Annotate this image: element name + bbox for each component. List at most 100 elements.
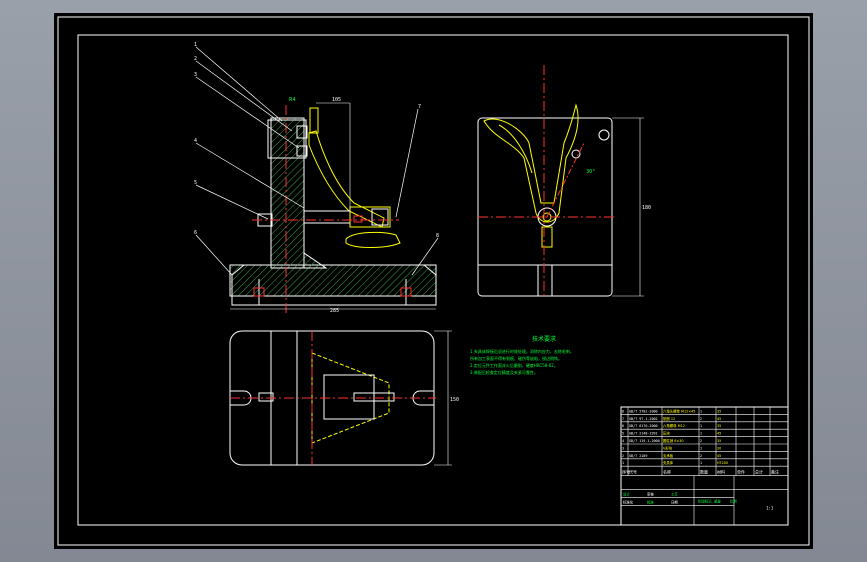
cad-window: 285 105 R4 1 2 3 4 5 6 7 8 180 30° 150 技… — [0, 0, 867, 562]
parts-cell: 六角螺母 M12 — [663, 423, 685, 428]
stage-cell: 比例 — [730, 499, 737, 504]
parts-cell: 2 — [700, 417, 702, 421]
parts-cell: GB/T 2189 — [629, 454, 647, 458]
tech-req-title: 技术要求 — [532, 335, 556, 343]
parts-cell: 垫圈 12 — [663, 416, 675, 421]
parts-cell: GB/T 2148-1991 — [629, 432, 658, 436]
stage-cell: 重量 — [714, 499, 721, 504]
parts-header-cell: 总计 — [755, 469, 763, 475]
balloon-3: 3 — [194, 72, 197, 78]
parts-cell: 3 — [622, 446, 624, 450]
side-centre-angled — [546, 142, 585, 218]
leader-line — [395, 108, 419, 218]
parts-cell: 45 — [717, 454, 721, 458]
side-slot — [537, 264, 553, 297]
dim-base-text: 285 — [330, 308, 339, 314]
leader-line — [195, 234, 233, 276]
base-plate — [229, 264, 437, 297]
tech-req-line-1: 1.夹具体焊接后须进行时效处理，消除内应力，去除毛刺， — [470, 348, 574, 354]
sign-cell: 日期 — [671, 500, 678, 505]
balloon-8: 8 — [436, 233, 439, 239]
tech-req-line-4: 3.装配后检查定位精度及夹紧可靠性。 — [470, 369, 538, 375]
side-hole — [598, 129, 610, 141]
balloon-7: 7 — [418, 104, 421, 110]
plan-view-body — [229, 330, 435, 466]
parts-cell: 2 — [622, 454, 624, 458]
scale-cell: 1:1 — [766, 506, 774, 511]
parts-cell: GB/T 97.1-2002 — [629, 417, 658, 421]
sign-cell: 工艺 — [671, 492, 678, 497]
parts-cell: 2 — [700, 454, 702, 458]
parts-cell: GB/T 5782-2000 — [629, 409, 658, 413]
parts-header-cell: 名称 — [663, 469, 671, 475]
sign-cell: 审核 — [647, 492, 654, 497]
parts-cell: 35 — [717, 409, 721, 413]
dim-top-text: 105 — [332, 97, 341, 103]
parts-cell: 1 — [700, 409, 702, 413]
title-block: 8 GB/T 5782-2000 六角头螺栓 M12×45 1 357 GB/T 97.1… — [620, 406, 789, 526]
parts-header-cell: 材料 — [717, 469, 725, 475]
leader-line — [195, 76, 300, 149]
balloon-6: 6 — [194, 230, 197, 236]
workpiece-section — [345, 231, 401, 248]
parts-cell: 1 — [700, 424, 702, 428]
parts-cell: 7 — [622, 417, 624, 421]
stage-cell: 阶段标记 — [698, 499, 712, 504]
leader-line — [195, 184, 269, 220]
parts-cell: 8 — [622, 409, 624, 413]
parts-cell: 1 — [622, 461, 624, 465]
front-section-view: 285 105 R4 1 2 3 4 5 6 7 8 — [194, 42, 439, 314]
parts-cell: 35 — [717, 424, 721, 428]
parts-header-cell: 单件 — [737, 469, 745, 475]
vertical-column — [270, 117, 305, 269]
side-view: 180 30° — [477, 65, 651, 298]
parts-cell: 1 — [700, 446, 702, 450]
sign-cell: 批准 — [647, 500, 654, 505]
parts-cell: 压块 — [663, 431, 670, 436]
parts-header-cell: 代号 — [629, 469, 637, 475]
leader-line — [195, 60, 293, 132]
dim-right-text: 180 — [642, 205, 651, 211]
parts-cell: HT200 — [717, 461, 728, 465]
clamp-nut-inner — [371, 208, 389, 226]
column-fillet — [303, 252, 328, 269]
parts-cell: 6 — [622, 424, 624, 428]
clamp-bolt-body — [303, 210, 351, 224]
parts-cell: 45 — [717, 417, 721, 421]
clamp-nut — [349, 206, 391, 228]
side-pivot — [571, 149, 581, 159]
balloon-2: 2 — [194, 56, 197, 62]
sign-cell: 标准化 — [623, 500, 634, 505]
parts-cell: 2 — [700, 439, 702, 443]
plan-view: 150 — [229, 330, 459, 466]
parts-cell: 35 — [717, 439, 721, 443]
balloon-5: 5 — [194, 180, 197, 186]
parts-cell: 1 — [700, 432, 702, 436]
parts-cell: 1 — [700, 461, 702, 465]
swing-arm — [308, 130, 385, 228]
parts-cell: 20 — [717, 446, 721, 450]
side-v-workpiece — [483, 103, 579, 223]
dim-angle-text: 30° — [586, 169, 595, 175]
parts-cell: 5 — [622, 432, 624, 436]
fixture-assembly-drawing: 285 105 R4 1 2 3 4 5 6 7 8 180 30° 150 技… — [57, 16, 810, 546]
sign-cell: 设计 — [623, 492, 630, 497]
technical-requirements: 技术要求 1.夹具体焊接后须进行时效处理，消除内应力，去除毛刺， 所有加工表面不… — [470, 335, 574, 375]
drawing-viewport[interactable]: 285 105 R4 1 2 3 4 5 6 7 8 180 30° 150 技… — [54, 13, 813, 549]
parts-cell: 圆柱销 8×30 — [663, 438, 684, 443]
parts-cell: 45 — [717, 432, 721, 436]
parts-cell: V形块 — [663, 445, 673, 450]
tech-req-line-2: 所有加工表面不得有划痕、碰伤等缺陷，锐边倒钝。 — [470, 355, 562, 361]
side-view-body — [477, 117, 613, 297]
tech-req-line-3: 2.定位元件工作面淬火后磨削，硬度HRC58-62。 — [470, 362, 558, 368]
parts-header-cell: 数量 — [700, 469, 708, 475]
dim-side-text: R4 — [289, 97, 296, 103]
balloon-4: 4 — [194, 138, 197, 144]
dim-plan-text: 150 — [450, 397, 459, 403]
leader-line — [195, 46, 283, 122]
balloon-1: 1 — [194, 42, 197, 48]
parts-cell: GB/T 6170-2000 — [629, 424, 658, 428]
parts-cell: 支承板 — [663, 453, 674, 458]
arm-top-pad — [309, 107, 319, 134]
parts-cell: 夹具体 — [663, 460, 674, 465]
